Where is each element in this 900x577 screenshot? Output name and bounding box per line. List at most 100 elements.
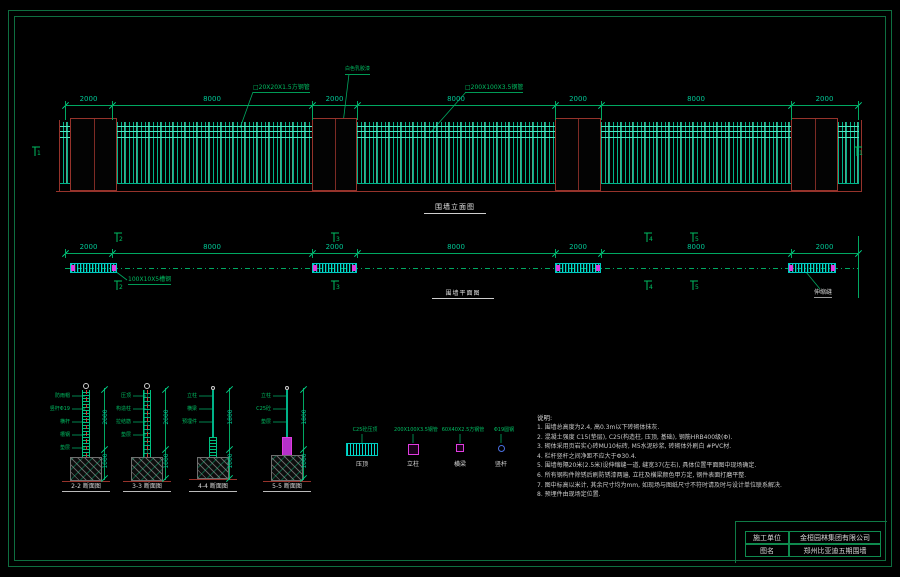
svg-text:5: 5	[695, 236, 699, 243]
section-foundation	[271, 455, 303, 481]
elevation-callout: 白色乳胶漆	[345, 66, 370, 75]
plan-joint-callout: 伸缩缝	[814, 289, 832, 298]
legend-name: 横梁	[440, 461, 480, 468]
fence-rail	[357, 131, 555, 132]
note-line: 7. 图中标高以米计, 其余尺寸均为mm, 如现场与图纸尺寸不符时请及时与设计单…	[537, 481, 787, 491]
elevation-ext-lower	[791, 109, 792, 120]
elevation-dim-value: 2000	[74, 96, 104, 103]
notes-list: 1. 围墙总高度为2.4, 高0.3m以下砖砌体抹灰.2. 混凝土强度 C15(…	[537, 423, 787, 500]
plan-block-cap	[596, 265, 600, 271]
pillar-joint-line	[94, 119, 95, 190]
note-line: 2. 混凝土强度 C15(垫层), C25(构造柱, 压顶, 基础), 钢筋HR…	[537, 433, 787, 443]
plan-section-mark: 4	[643, 231, 657, 245]
plan-block-cap	[352, 265, 356, 271]
fence-rail	[838, 131, 859, 132]
plan-block-cap	[831, 265, 835, 271]
legend-shape-square	[408, 444, 419, 455]
legend-callout: C25砼压顶	[342, 427, 388, 433]
section-post-cap	[211, 386, 215, 390]
elevation-ext-lower	[65, 109, 66, 120]
end-post-left	[59, 120, 60, 191]
elevation-ext-lower	[312, 109, 313, 120]
section-dim-top: 1800	[302, 403, 308, 431]
plan-section-mark: 5	[689, 231, 703, 245]
elevation-dim-value: 8000	[197, 96, 227, 103]
section-label: 横杆	[28, 419, 70, 425]
legend-name: 竖杆	[481, 461, 521, 468]
plan-section-mark: 3	[330, 231, 344, 245]
elevation-dim-value: 8000	[441, 96, 471, 103]
section-ground-line	[263, 481, 311, 482]
plan-block-cap	[556, 265, 560, 271]
fence-pillar	[555, 118, 601, 191]
plan-dim-value: 2000	[810, 244, 840, 251]
plan-pillar-block	[312, 263, 357, 273]
fence-panel	[357, 122, 555, 184]
plan-ext	[357, 249, 358, 258]
plan-ext	[791, 249, 792, 258]
section-dim-bottom: 1000	[164, 447, 170, 475]
elevation-dim-value: 2000	[810, 96, 840, 103]
svg-text:1: 1	[37, 150, 41, 157]
plan-dim-value: 2000	[563, 244, 593, 251]
plan-pillar-block	[555, 263, 601, 273]
section-title: 3-3 断面图	[123, 483, 171, 492]
section-foundation	[70, 457, 102, 481]
section-title: 5-5 断面图	[263, 483, 311, 492]
section-centerline	[86, 386, 87, 464]
fence-pillar	[70, 118, 117, 191]
plan-wall-centerline	[65, 268, 858, 269]
section-post-cap	[285, 386, 289, 390]
plan-block-cap	[71, 265, 75, 271]
svg-text:4: 4	[649, 236, 653, 243]
titleblock-label-contractor: 施工单位	[745, 531, 789, 544]
elevation-dim-value: 8000	[681, 96, 711, 103]
svg-text:4: 4	[649, 284, 653, 291]
plan-ext	[312, 249, 313, 258]
plan-dim-value: 8000	[197, 244, 227, 251]
section-label: 立柱	[155, 393, 197, 399]
plan-section-mark: 5	[689, 279, 703, 293]
section-dim-bottom: 1000	[302, 447, 308, 475]
elevation-ext-lower	[112, 109, 113, 120]
fence-panel	[601, 122, 791, 184]
elevation-callout: □200X100X3.5钢管	[465, 84, 523, 93]
section-title: 2-2 断面图	[62, 483, 110, 492]
legend-callout: 60X40X2.5方钢管	[440, 427, 486, 433]
legend-callout: 200X100X3.5钢管	[393, 427, 439, 433]
notes-heading: 说明:	[537, 414, 787, 423]
pillar-joint-line	[578, 119, 579, 190]
section-foundation	[197, 457, 229, 479]
note-line: 6. 所有钢构件除锈后刷防锈漆两遍, 立柱及横梁颜色甲方定, 钢件表面打磨平整.	[537, 471, 787, 481]
section-dim-bottom: 1000	[228, 447, 234, 475]
cad-drawing-page: { "drawing": { "elevation": { "title": "…	[0, 0, 900, 577]
plan-ext	[112, 249, 113, 258]
section-title: 4-4 断面图	[189, 483, 237, 492]
plan-dim-value: 2000	[320, 244, 350, 251]
elevation-title: 围墙立面图	[424, 202, 486, 214]
fence-rail	[601, 126, 791, 127]
fence-panel	[117, 122, 312, 184]
leader-line	[806, 272, 820, 289]
plan-section-mark: 4	[643, 279, 657, 293]
fence-rail	[838, 137, 859, 138]
section-label: C25砼	[229, 406, 271, 412]
section-label: 预埋件	[155, 419, 197, 425]
elevation-dimline	[65, 105, 858, 106]
svg-text:1: 1	[859, 150, 863, 157]
section-ground-line	[62, 481, 110, 482]
section-label: 垫层	[229, 419, 271, 425]
plan-section-mark: 3	[330, 279, 344, 293]
section-label: 构造柱	[89, 406, 131, 412]
pillar-joint-line	[335, 119, 336, 190]
svg-text:3: 3	[336, 236, 340, 243]
legend-callout: Φ19圆钢	[481, 427, 527, 433]
section-post-cap	[83, 383, 89, 389]
plan-section-mark: 2	[113, 231, 127, 245]
fence-rail	[117, 126, 312, 127]
fence-rail	[601, 137, 791, 138]
plan-dimline	[65, 253, 858, 254]
svg-text:2: 2	[119, 284, 123, 291]
fence-pillar	[312, 118, 357, 191]
legend-name: 立柱	[393, 461, 433, 468]
